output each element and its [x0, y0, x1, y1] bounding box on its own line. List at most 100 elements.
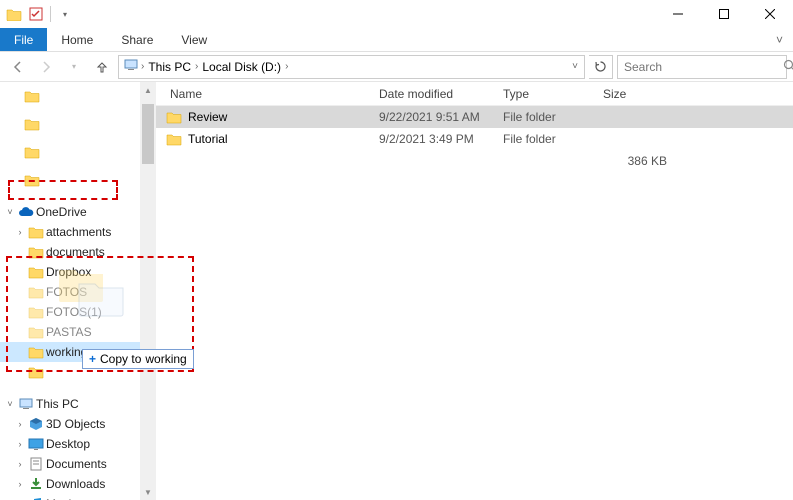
music-icon	[28, 496, 44, 500]
downloads-icon	[28, 476, 44, 492]
back-button[interactable]	[6, 55, 30, 79]
folder-icon	[28, 244, 44, 260]
folder-icon	[166, 131, 182, 147]
tree-label: Downloads	[46, 477, 105, 491]
chevron-right-icon[interactable]: ›	[141, 61, 144, 72]
tree-item-dropbox[interactable]: Dropbox	[0, 262, 140, 282]
breadcrumb-dropdown-icon[interactable]: ˅	[570, 61, 580, 72]
chevron-right-icon[interactable]: ›	[285, 61, 288, 72]
chevron-right-icon[interactable]: ›	[14, 438, 26, 450]
tree-item[interactable]	[0, 142, 140, 162]
folder-icon	[6, 6, 22, 22]
column-size[interactable]: Size	[595, 82, 675, 105]
folder-icon	[24, 116, 40, 132]
breadcrumb-thispc[interactable]: This PC	[146, 60, 193, 74]
tree-item-fotos[interactable]: FOTOS	[0, 282, 140, 302]
navpane-scrollbar[interactable]: ▲ ▼	[140, 82, 156, 500]
tree-item-downloads[interactable]: › Downloads	[0, 474, 140, 494]
expander-placeholder	[14, 366, 26, 378]
file-name: Tutorial	[188, 132, 228, 146]
search-input[interactable]	[624, 60, 779, 74]
tree-item[interactable]	[0, 114, 140, 134]
chevron-right-icon[interactable]: ›	[195, 61, 198, 72]
search-box[interactable]	[617, 55, 787, 79]
drag-tooltip-prefix: Copy to	[100, 352, 141, 366]
forward-button[interactable]	[34, 55, 58, 79]
tree-item[interactable]	[0, 86, 140, 106]
file-type: File folder	[495, 132, 595, 146]
tree-label: Documents	[46, 457, 107, 471]
file-type: File folder	[495, 110, 595, 124]
chevron-right-icon[interactable]: ›	[14, 458, 26, 470]
tree-item-desktop[interactable]: › Desktop	[0, 434, 140, 454]
divider	[50, 6, 51, 22]
maximize-button[interactable]	[701, 0, 747, 28]
tree-item-music[interactable]: › Music	[0, 494, 140, 500]
tree-label: This PC	[36, 397, 79, 411]
search-icon	[783, 59, 793, 75]
tree-item-attachments[interactable]: › attachments	[0, 222, 140, 242]
tab-view[interactable]: View	[167, 28, 221, 51]
tree-label: documents	[46, 245, 105, 259]
column-type[interactable]: Type	[495, 82, 595, 105]
expander-placeholder	[14, 306, 26, 318]
tree-item-documents[interactable]: documents	[0, 242, 140, 262]
chevron-down-icon[interactable]: ˅	[4, 206, 16, 218]
tree-label: PASTAS	[46, 325, 92, 339]
chevron-right-icon[interactable]: ›	[14, 226, 26, 238]
address-bar: ▾ › This PC › Local Disk (D:) › ˅	[0, 52, 793, 82]
drag-tooltip-target: working	[145, 352, 186, 366]
tab-home[interactable]: Home	[47, 28, 107, 51]
chevron-down-icon[interactable]: ˅	[4, 398, 16, 410]
file-date: 9/22/2021 9:51 AM	[371, 110, 495, 124]
breadcrumb-drive[interactable]: Local Disk (D:)	[200, 60, 283, 74]
expander-placeholder	[14, 286, 26, 298]
file-row[interactable]: Tutorial 9/2/2021 3:49 PM File folder	[156, 128, 793, 150]
navigation-pane: ˅ OneDrive › attachments documents Dropb…	[0, 82, 140, 500]
tree-item-3d-objects[interactable]: › 3D Objects	[0, 414, 140, 434]
status-row: 386 KB	[156, 150, 793, 172]
folder-icon	[24, 144, 40, 160]
tree-label: OneDrive	[36, 205, 87, 219]
close-button[interactable]	[747, 0, 793, 28]
title-bar: ▾	[0, 0, 793, 28]
tree-label: Desktop	[46, 437, 90, 451]
folder-icon	[28, 264, 44, 280]
tree-label: attachments	[46, 225, 111, 239]
tree-item-onedrive[interactable]: ˅ OneDrive	[0, 202, 140, 222]
chevron-right-icon[interactable]: ›	[14, 478, 26, 490]
pc-icon	[123, 57, 139, 76]
ribbon: File Home Share View ˅	[0, 28, 793, 52]
tab-share[interactable]: Share	[107, 28, 167, 51]
tab-file[interactable]: File	[0, 28, 47, 51]
folder-icon	[28, 364, 44, 380]
tree-label: FOTOS	[46, 285, 87, 299]
tree-item-pastas[interactable]: PASTAS	[0, 322, 140, 342]
folder-icon	[28, 324, 44, 340]
minimize-button[interactable]	[655, 0, 701, 28]
tree-label: 3D Objects	[46, 417, 105, 431]
folder-icon	[166, 109, 182, 125]
desktop-icon	[28, 436, 44, 452]
tree-item-fotos1[interactable]: FOTOS(1)	[0, 302, 140, 322]
file-name: Review	[188, 110, 227, 124]
folder-icon	[28, 344, 44, 360]
expander-placeholder	[14, 246, 26, 258]
tree-item-documents[interactable]: › Documents	[0, 454, 140, 474]
tree-item-thispc[interactable]: ˅ This PC	[0, 394, 140, 414]
tree-label: FOTOS(1)	[46, 305, 102, 319]
ribbon-expand-icon[interactable]: ˅	[766, 28, 793, 51]
up-button[interactable]	[90, 55, 114, 79]
qat-dropdown-icon[interactable]: ▾	[57, 6, 73, 22]
properties-icon[interactable]	[28, 6, 44, 22]
column-date[interactable]: Date modified	[371, 82, 495, 105]
column-name[interactable]: Name	[156, 82, 371, 105]
file-row[interactable]: Review 9/22/2021 9:51 AM File folder	[156, 106, 793, 128]
recent-dropdown-icon[interactable]: ▾	[62, 55, 86, 79]
tree-item[interactable]	[0, 170, 140, 190]
chevron-right-icon[interactable]: ›	[14, 418, 26, 430]
refresh-button[interactable]	[589, 55, 613, 79]
folder-icon	[28, 284, 44, 300]
drag-tooltip: + Copy to working	[82, 349, 194, 369]
breadcrumb[interactable]: › This PC › Local Disk (D:) › ˅	[118, 55, 585, 79]
